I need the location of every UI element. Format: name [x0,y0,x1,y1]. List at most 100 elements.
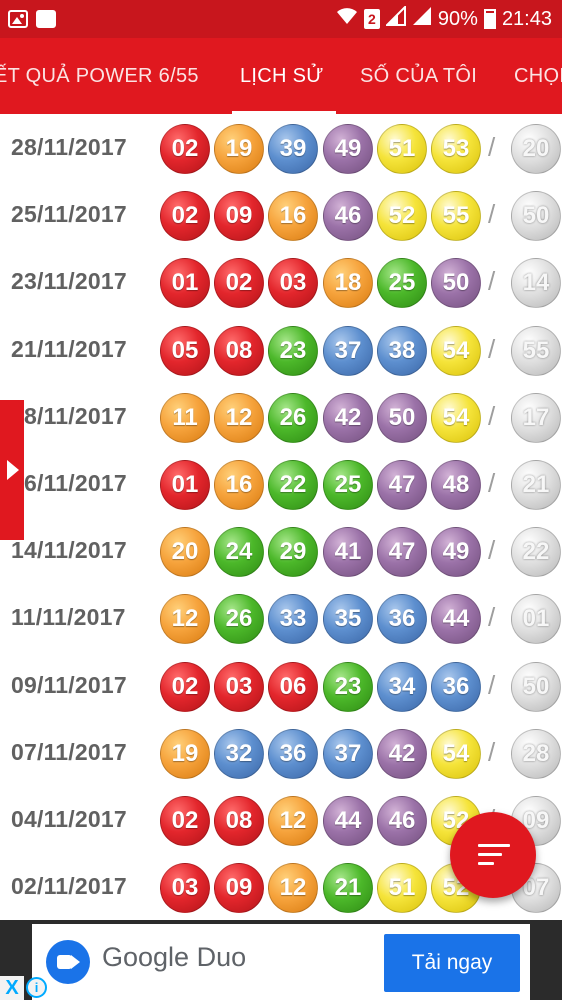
number-ball: 25 [323,460,373,510]
ad-info-icon[interactable]: i [26,977,47,998]
power-separator: / [488,602,496,632]
draw-row[interactable]: 28/11/2017 02 19 39 49 51 53/ 20 [0,114,562,181]
draw-row[interactable]: 09/11/2017 02 03 06 23 34 36/ 50 [0,652,562,719]
tab-history[interactable]: LỊCH SỬ [240,38,324,114]
power-separator: / [488,199,496,229]
power-ball: 17 [511,393,561,443]
signal-icon [384,4,406,32]
draw-date: 09/11/2017 [11,672,127,698]
ad-install-button[interactable]: Tải ngay [384,934,520,992]
number-ball: 44 [323,796,373,846]
number-ball: 37 [323,729,373,779]
number-ball: 11 [160,393,210,443]
number-ball: 54 [431,729,481,779]
filter-button[interactable] [450,812,536,898]
number-ball: 29 [268,527,318,577]
number-ball: 20 [160,527,210,577]
wifi-icon [336,7,358,31]
number-ball: 36 [268,729,318,779]
power-separator: / [488,737,496,767]
number-ball: 03 [214,662,264,712]
power-separator: / [488,468,496,498]
draw-row[interactable]: 23/11/2017 01 02 03 18 25 50/ 14 [0,248,562,315]
draw-date: 6/11/2017 [24,470,127,496]
number-ball: 08 [214,326,264,376]
power-separator: / [488,266,496,296]
number-ball: 18 [323,258,373,308]
draw-date: 25/11/2017 [11,201,127,227]
number-ball: 36 [431,662,481,712]
number-ball: 46 [377,796,427,846]
number-ball: 26 [214,594,264,644]
draw-date: 23/11/2017 [11,268,127,294]
draw-date: 28/11/2017 [11,134,127,160]
side-drawer-handle[interactable] [0,400,24,540]
number-ball: 35 [323,594,373,644]
number-ball: 25 [377,258,427,308]
number-ball: 12 [160,594,210,644]
draw-row[interactable]: 6/11/2017 01 16 22 25 47 48/ 21 [0,450,562,517]
number-ball: 51 [377,124,427,174]
number-ball: 03 [160,863,210,913]
power-separator: / [488,670,496,700]
draw-row[interactable]: 21/11/2017 05 08 23 37 38 54/ 55 [0,316,562,383]
app-root: 2 90% 21:43 ẾT QUẢ POWER 6/55 LỊCH SỬ SỐ… [0,0,562,1000]
power-ball: 21 [511,460,561,510]
number-ball: 12 [268,863,318,913]
number-ball: 54 [431,326,481,376]
number-ball: 23 [268,326,318,376]
power-ball: 50 [511,191,561,241]
number-ball: 09 [214,191,264,241]
number-ball: 02 [160,191,210,241]
number-ball: 47 [377,460,427,510]
power-ball: 22 [511,527,561,577]
number-ball: 19 [160,729,210,779]
power-separator: / [488,334,496,364]
number-ball: 42 [323,393,373,443]
number-ball: 09 [214,863,264,913]
number-ball: 46 [323,191,373,241]
power-ball: 55 [511,326,561,376]
number-ball: 01 [160,460,210,510]
draw-row[interactable]: 11/11/2017 12 26 33 35 36 44/ 01 [0,584,562,651]
tab-my-numbers[interactable]: SỐ CỦA TÔI [360,38,477,114]
draw-date: 04/11/2017 [11,806,127,832]
draw-date: 07/11/2017 [11,739,127,765]
number-ball: 03 [268,258,318,308]
draw-row[interactable]: 8/11/2017 11 12 26 42 50 54/ 17 [0,383,562,450]
number-ball: 33 [268,594,318,644]
tab-results-power[interactable]: ẾT QUẢ POWER 6/55 [0,38,199,114]
battery-percent: 90% [437,7,478,30]
number-ball: 22 [268,460,318,510]
ad-banner[interactable]: Google Duo Tải ngay [0,920,562,1000]
number-ball: 12 [268,796,318,846]
draw-row[interactable]: 14/11/2017 20 24 29 41 47 49/ 22 [0,517,562,584]
battery-charging-icon [483,9,496,29]
number-ball: 50 [377,393,427,443]
number-ball: 41 [323,527,373,577]
video-camera-icon [46,940,90,984]
xs-notification-icon [36,10,56,28]
number-ball: 38 [377,326,427,376]
number-ball: 05 [160,326,210,376]
number-ball: 01 [160,258,210,308]
number-ball: 36 [377,594,427,644]
number-ball: 26 [268,393,318,443]
signal-icon [412,6,432,32]
number-ball: 55 [431,191,481,241]
draw-row[interactable]: 07/11/2017 19 32 36 37 42 54/ 28 [0,719,562,786]
draw-row[interactable]: 25/11/2017 02 09 16 46 52 55/ 50 [0,181,562,248]
ad-content[interactable]: Google Duo Tải ngay [32,924,530,1000]
gallery-notification-icon [8,10,28,28]
tab-choose[interactable]: CHỌN [514,38,562,114]
number-ball: 39 [268,124,318,174]
tab-bar: ẾT QUẢ POWER 6/55 LỊCH SỬ SỐ CỦA TÔI CHỌ… [0,38,562,114]
number-ball: 37 [323,326,373,376]
number-ball: 52 [377,191,427,241]
power-ball: 14 [511,258,561,308]
number-ball: 08 [214,796,264,846]
ad-close-icon[interactable]: X [0,976,24,1000]
number-ball: 48 [431,460,481,510]
draw-history-list[interactable]: 28/11/2017 02 19 39 49 51 53/20 25/11/2017 02 09 1… [0,114,562,920]
number-ball: 53 [431,124,481,174]
